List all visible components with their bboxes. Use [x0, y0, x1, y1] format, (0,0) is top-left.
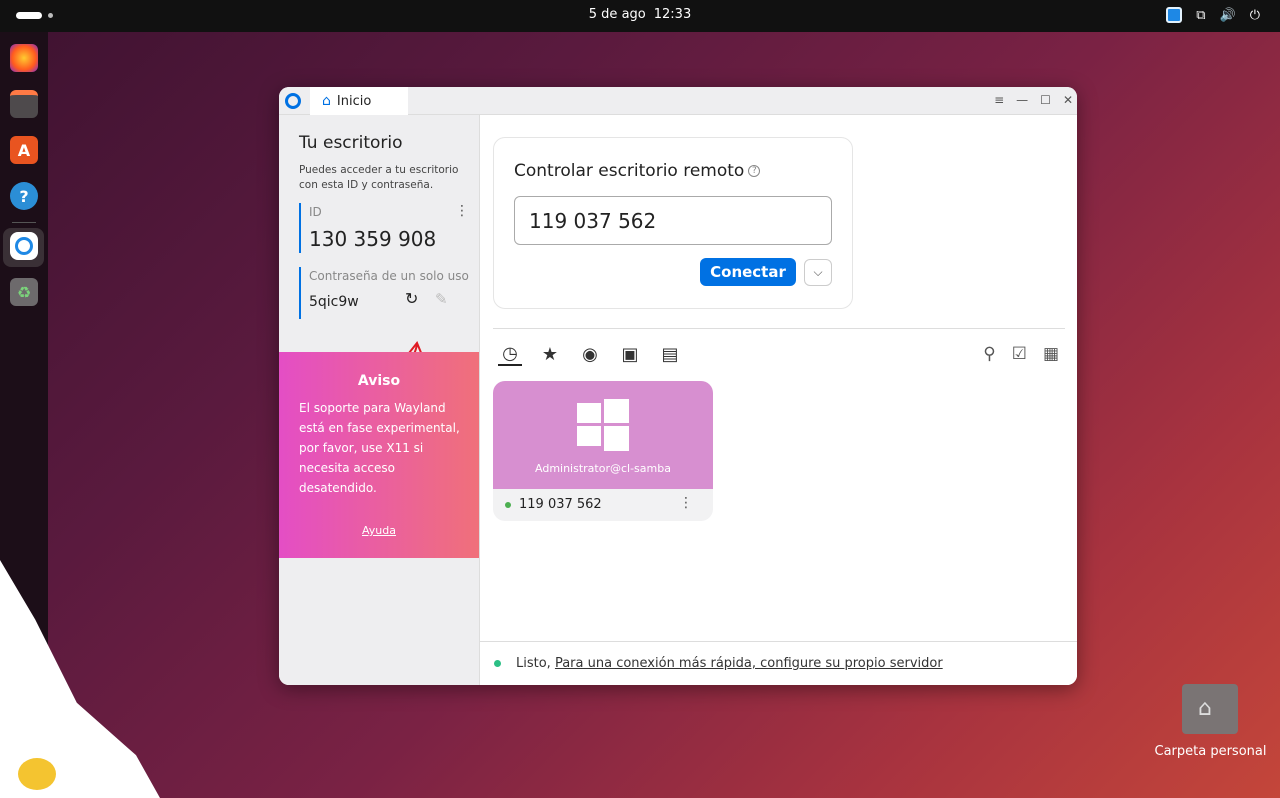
status-bar: Listo, Para una conexión más rápida, con… [480, 641, 1077, 685]
files-icon[interactable] [10, 90, 38, 118]
help-link[interactable]: Ayuda [279, 524, 479, 537]
peer-user: Administrator@cl-samba [535, 462, 671, 475]
menu-icon[interactable]: ≡ [994, 93, 1004, 107]
watermark-logo [0, 560, 160, 798]
history-icon[interactable]: ◷ [498, 342, 522, 366]
clock[interactable]: 5 de ago 12:33 [0, 7, 1280, 22]
star-icon[interactable]: ★ [538, 342, 562, 366]
network-icon[interactable]: ⧉ [1196, 8, 1205, 23]
password-label: Contraseña de un solo uso [309, 269, 469, 283]
windows-icon [577, 399, 629, 451]
logo-mark [18, 758, 56, 790]
peer-more-icon[interactable]: ⋮ [679, 495, 693, 511]
id-box: ID 130 359 908 ⋮ [299, 203, 469, 253]
peer-card[interactable]: Administrator@cl-samba 119 037 562 ⋮ [493, 381, 713, 521]
notice-body: El soporte para Wayland está en fase exp… [299, 401, 460, 495]
wayland-notice: Aviso El soporte para Wayland está en fa… [279, 352, 479, 558]
title-bar: ⌂ Inicio ≡ — ☐ ✕ [279, 87, 1077, 115]
panel-title: Tu escritorio [299, 133, 403, 153]
home-icon: ⌂ [322, 93, 331, 109]
dock-separator [12, 222, 36, 223]
power-icon[interactable]: ⏻ [1250, 8, 1260, 23]
peer-id: 119 037 562 [519, 497, 602, 512]
edit-icon[interactable]: ✎ [435, 290, 448, 308]
chevron-down-icon[interactable]: ⌵ [804, 259, 832, 286]
rustdesk-window: ⌂ Inicio ≡ — ☐ ✕ Tu escritorio Puedes acc… [279, 87, 1077, 685]
time-text: 12:33 [653, 7, 692, 22]
panel-description: Puedes acceder a tu escritorio con esta … [299, 164, 459, 191]
home-folder-icon[interactable]: ⌂ [1182, 684, 1238, 734]
help-icon[interactable]: ? [10, 182, 38, 210]
devices-icon[interactable]: ▤ [658, 342, 682, 366]
volume-icon[interactable]: 🔊 [1220, 8, 1236, 23]
rustdesk-icon[interactable] [10, 232, 38, 260]
checkbox-icon[interactable]: ☑ [1012, 344, 1027, 364]
password-value[interactable]: 5qic9w [309, 294, 359, 310]
section-divider [493, 328, 1065, 329]
status-ready: Listo, [516, 656, 551, 671]
online-status-dot [505, 501, 511, 508]
maximize-button[interactable]: ☐ [1040, 93, 1051, 107]
close-button[interactable]: ✕ [1063, 93, 1073, 107]
help-question-icon[interactable]: ? [748, 165, 761, 177]
app-center-icon[interactable]: A [10, 136, 38, 164]
minimize-button[interactable]: — [1016, 93, 1028, 107]
status-dot [494, 660, 501, 667]
rustdesk-logo-icon [285, 93, 301, 109]
main-panel: Controlar escritorio remoto? 119 037 562… [479, 115, 1077, 685]
window-controls: ≡ — ☐ ✕ [994, 93, 1073, 107]
peer-id-row: 119 037 562 [505, 497, 602, 512]
notice-title: Aviso [357, 373, 401, 389]
remote-id-input[interactable]: 119 037 562 [514, 196, 832, 245]
connect-button[interactable]: Conectar [700, 258, 796, 286]
firefox-icon[interactable] [10, 44, 38, 72]
tab-label: Inicio [336, 93, 372, 109]
id-value[interactable]: 130 359 908 [309, 227, 436, 251]
grid-icon[interactable]: ▦ [1043, 344, 1059, 364]
compass-icon[interactable]: ◉ [578, 342, 602, 366]
trash-icon[interactable]: ♻ [10, 278, 38, 306]
folder-label[interactable]: Carpeta personal [1148, 744, 1273, 759]
remote-control-card: Controlar escritorio remoto? 119 037 562… [493, 137, 853, 309]
home-icon: ⌂ [1198, 696, 1212, 721]
search-icon[interactable]: ⚲ [983, 344, 995, 364]
more-options-icon[interactable]: ⋮ [455, 203, 469, 219]
peer-card-header: Administrator@cl-samba [493, 381, 713, 489]
password-box: Contraseña de un solo uso 5qic9w ↻ ✎ [299, 267, 469, 319]
peer-tools: ⚲ ☑ ▦ [983, 344, 1059, 364]
system-tray[interactable]: ⧉ 🔊 ⏻ [1166, 7, 1260, 23]
control-title: Controlar escritorio remoto? [514, 161, 761, 181]
id-label: ID [309, 205, 322, 219]
control-title-text: Controlar escritorio remoto [514, 161, 745, 181]
date-text: 5 de ago [588, 7, 646, 22]
configure-server-link[interactable]: Para una conexión más rápida, configure … [555, 656, 943, 671]
top-bar: 5 de ago 12:33 ⧉ 🔊 ⏻ [0, 0, 1280, 32]
status-text: Listo, Para una conexión más rápida, con… [516, 656, 943, 671]
address-book-icon[interactable]: ▣ [618, 342, 642, 366]
rustdesk-tray-icon[interactable] [1166, 7, 1183, 23]
tab-inicio[interactable]: ⌂ Inicio [310, 87, 408, 115]
peer-tabs: ◷ ★ ◉ ▣ ▤ [498, 342, 682, 366]
left-panel: Tu escritorio Puedes acceder a tu escrit… [279, 115, 479, 685]
refresh-icon[interactable]: ↻ [405, 289, 418, 308]
